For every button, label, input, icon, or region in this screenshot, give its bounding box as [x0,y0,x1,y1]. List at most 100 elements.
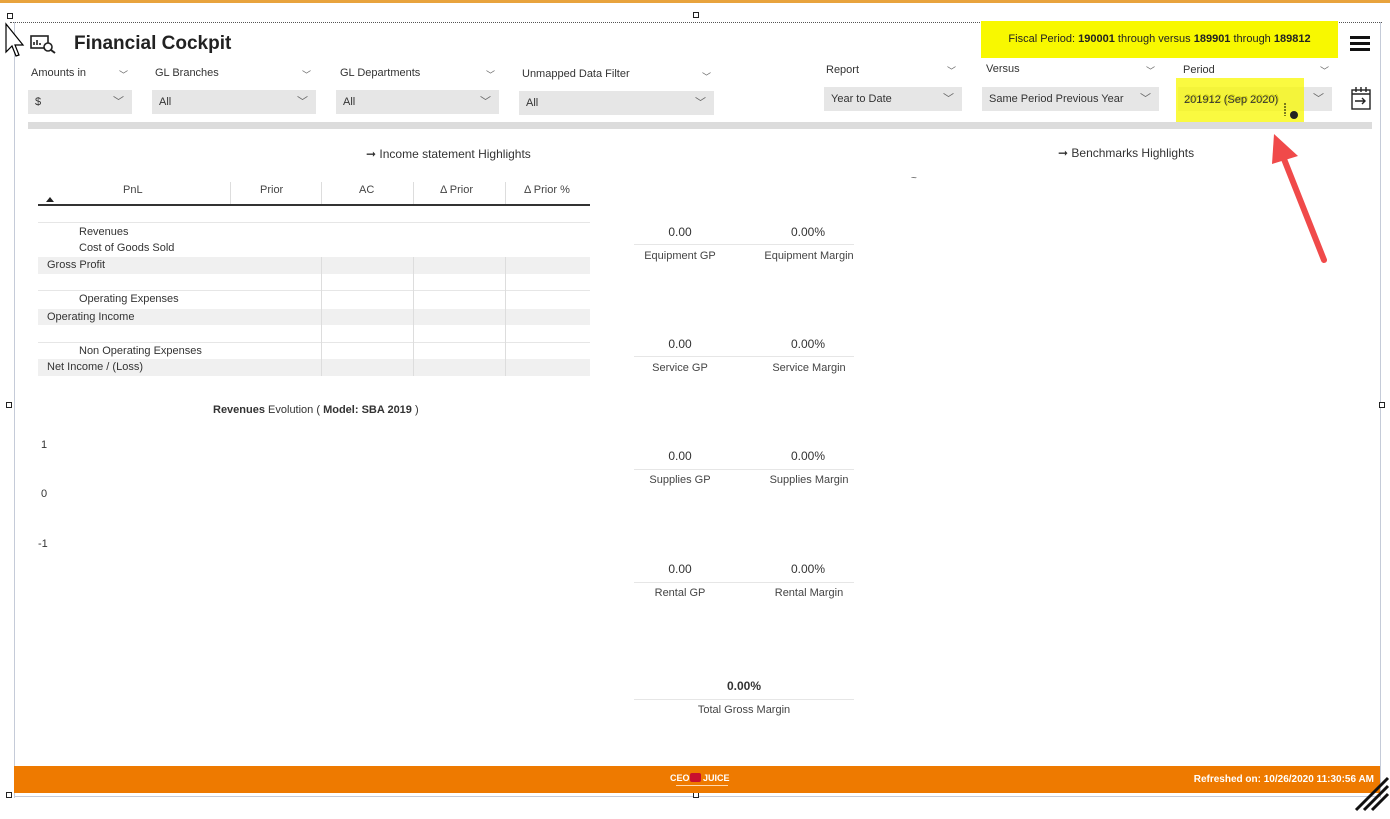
gl-branches-select[interactable]: All ﹀ [152,90,316,114]
period-value-overlay: 201912 (Sep 2020) [1184,94,1279,106]
row-divider [38,342,590,343]
column-divider [413,257,414,376]
export-icon[interactable] [1349,85,1373,111]
logo-cup-icon [690,773,701,782]
y-tick-minus-1: -1 [38,538,48,550]
busy-cursor-icon [1284,103,1298,119]
service-gp-label: Service GP [652,362,708,374]
resize-handle-top[interactable] [693,12,699,18]
rental-margin-label: Rental Margin [774,587,844,599]
gl-departments-select[interactable]: All ﹀ [336,90,499,114]
red-arrow-annotation [1272,134,1327,263]
versus-select[interactable]: Same Period Previous Year ﹀ [982,87,1159,111]
fiscal-through: through [1230,33,1274,45]
resize-handle-right[interactable] [1379,402,1385,408]
period-label: Period [1183,64,1215,76]
fiscal-versus-from: 189901 [1193,33,1231,45]
y-tick-0: 0 [41,488,48,500]
column-divider [321,182,322,204]
report-select[interactable]: Year to Date ﹀ [824,87,962,111]
gl-branches-value: All [159,96,172,108]
chevron-down-icon[interactable]: ﹀ [1146,64,1155,77]
column-header-pnl[interactable]: PnL [123,184,143,196]
fiscal-versus-to: 189812 [1273,33,1311,45]
row-gross-profit: Gross Profit [47,259,106,271]
service-margin-value: 0.00% [790,337,826,351]
row-revenues: Revenues [79,226,129,238]
benchmarks-section-title: ➞ Benchmarks Highlights [1058,146,1195,160]
resize-handle-left[interactable] [6,402,12,408]
chevron-down-icon[interactable]: ﹀ [1320,64,1329,77]
amounts-in-value: $ [35,96,42,108]
income-section-title: ➞ Income statement Highlights [366,147,531,161]
footer-bar: CEO JUICE Refreshed on: 10/26/2020 11:30… [14,766,1380,793]
report-value: Year to Date [831,93,892,105]
revenues-title-end: ) [411,404,419,416]
supplies-gp-label: Supplies GP [649,474,711,486]
chevron-down-icon[interactable]: ﹀ [947,64,956,77]
revenues-model: Model: SBA 2019 [323,404,412,416]
hamburger-menu-icon[interactable] [1350,36,1370,52]
rental-margin-value: 0.00% [790,562,826,576]
y-tick-1: 1 [41,439,48,451]
chevron-down-icon: ﹀ [943,93,954,105]
chevron-down-icon: ﹀ [113,96,124,108]
frame-right [1380,22,1381,798]
service-margin-label: Service Margin [772,362,846,374]
logo-text-right: JUICE [703,773,730,783]
chevron-down-icon[interactable]: ﹀ [702,70,711,83]
versus-label: Versus [986,63,1020,75]
gl-departments-value: All [343,96,356,108]
supplies-gp-value: 0.00 [668,449,692,463]
row-operating-income: Operating Income [47,311,135,323]
row-cost-of-goods-sold: Cost of Goods Sold [79,242,175,254]
kpi-divider [634,244,854,245]
column-header-ac[interactable]: AC [359,184,374,196]
frame-left [14,22,15,798]
kpi-divider [634,356,854,357]
ceo-juice-logo: CEO JUICE [670,771,736,789]
resize-grip-icon[interactable] [1352,772,1390,812]
row-non-operating-expenses: Non Operating Expenses [79,345,202,357]
report-view-icon[interactable] [30,34,56,54]
equipment-gp-label: Equipment GP [644,250,716,262]
row-gross-profit-bg [38,257,590,274]
fiscal-prefix: Fiscal Period: [1008,33,1079,45]
kpi-divider [634,699,854,700]
service-gp-value: 0.00 [668,337,692,351]
chevron-down-icon[interactable]: ﹀ [302,68,311,81]
column-header-delta-prior-pct[interactable]: Δ Prior % [524,184,570,196]
resize-handle-tl[interactable] [7,13,13,19]
column-divider [505,257,506,376]
row-net-income: Net Income / (Loss) [47,361,143,373]
amounts-in-select[interactable]: $ ﹀ [28,90,132,114]
unmapped-filter-select[interactable]: All ﹀ [519,91,714,115]
logo-text-left: CEO [670,773,690,783]
fiscal-from: 190001 [1078,33,1115,45]
equipment-gp-value: 0.00 [668,225,692,239]
row-divider [38,222,590,223]
total-gross-margin-value: 0.00% [726,679,762,693]
column-header-delta-prior[interactable]: Δ Prior [440,184,473,196]
equipment-margin-value: 0.00% [790,225,826,239]
kpi-divider [634,582,854,583]
horizontal-scrollbar[interactable] [28,122,1372,129]
chevron-down-icon: ﹀ [480,96,491,108]
equipment-margin-label: Equipment Margin [764,250,854,262]
chevron-down-icon: ﹀ [1313,93,1324,105]
chevron-down-icon[interactable]: ﹀ [486,68,495,81]
table-header-underline [38,204,590,206]
column-header-prior[interactable]: Prior [260,184,283,196]
amounts-in-label: Amounts in [31,67,87,79]
rental-gp-value: 0.00 [668,562,692,576]
chevron-down-icon: ﹀ [1140,93,1151,105]
chevron-down-icon[interactable]: ﹀ [119,68,128,81]
top-accent-line [0,0,1390,3]
gl-branches-label: GL Branches [155,67,219,79]
unmapped-filter-label: Unmapped Data Filter [522,68,630,80]
fiscal-period-banner: Fiscal Period: 190001 through versus 189… [981,21,1338,58]
resize-handle-bl[interactable] [6,792,12,798]
sort-asc-icon[interactable] [46,196,54,202]
supplies-margin-value: 0.00% [790,449,826,463]
report-label: Report [826,64,860,76]
